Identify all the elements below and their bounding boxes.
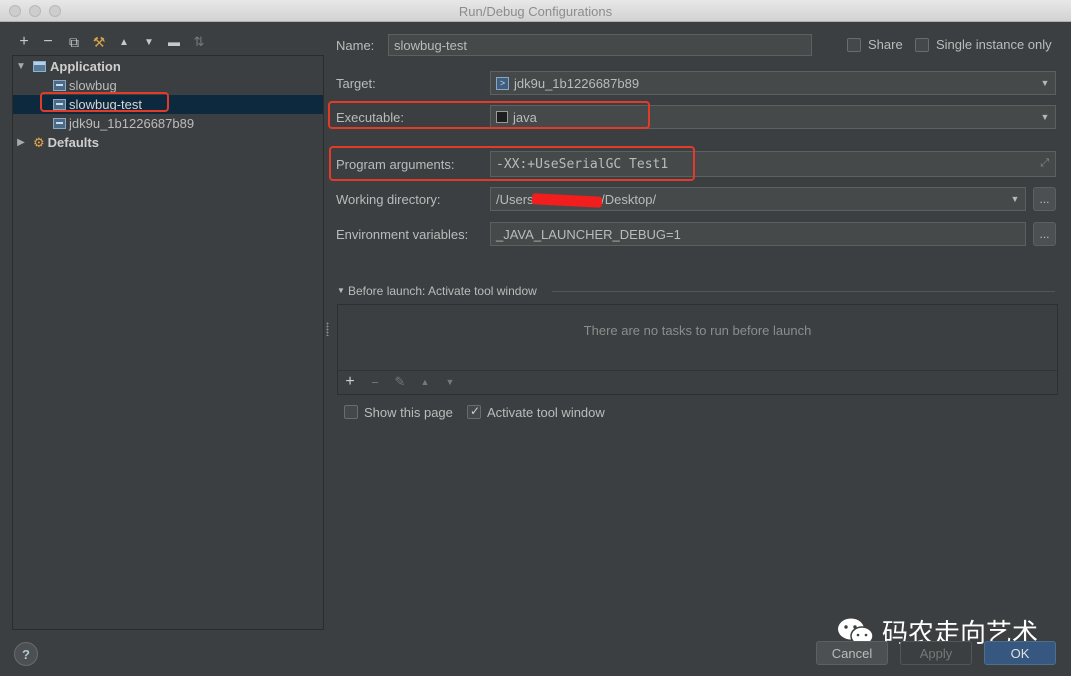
target-label: Target: — [336, 76, 376, 91]
target-value: jdk9u_1b1226687b89 — [514, 75, 640, 91]
target-combo[interactable]: > jdk9u_1b1226687b89 ▼ — [490, 71, 1056, 95]
edit-task-icon[interactable]: ✎ — [392, 374, 408, 390]
show-this-page-label: Show this page — [364, 405, 453, 420]
single-instance-checkbox[interactable] — [915, 38, 929, 52]
tree-item-jdk9u[interactable]: jdk9u_1b1226687b89 — [13, 114, 323, 133]
jdk-icon: > — [496, 76, 509, 90]
run-config-icon — [53, 80, 66, 91]
show-this-page-checkbox[interactable] — [344, 405, 358, 419]
working-directory-label: Working directory: — [336, 192, 441, 207]
share-checkbox[interactable] — [847, 38, 861, 52]
move-down-icon[interactable]: ▼ — [139, 32, 159, 52]
sort-icon[interactable]: ⇅ — [189, 32, 209, 52]
tree-node-defaults[interactable]: ▶ ⚙ Defaults — [15, 133, 325, 152]
single-instance-label: Single instance only — [936, 37, 1052, 52]
add-icon[interactable]: + — [14, 32, 34, 52]
copy-icon[interactable]: ⧉ — [64, 32, 84, 52]
remove-icon[interactable]: − — [38, 32, 58, 52]
tree-node-application[interactable]: ▼ Application — [15, 57, 325, 76]
panel-splitter[interactable] — [326, 322, 329, 336]
edit-environment-button[interactable]: ... — [1033, 222, 1056, 246]
browse-working-directory-button[interactable]: ... — [1033, 187, 1056, 211]
activate-tool-window-checkbox[interactable] — [467, 404, 481, 419]
highlight-box-selected-item — [40, 92, 169, 112]
empty-tasks-text: There are no tasks to run before launch — [583, 323, 812, 338]
move-up-icon[interactable]: ▲ — [114, 32, 134, 52]
tree-item-label: jdk9u_1b1226687b89 — [69, 116, 195, 131]
window-titlebar: Run/Debug Configurations — [0, 0, 1071, 22]
highlight-box-program-arguments — [329, 146, 695, 181]
share-label: Share — [868, 37, 903, 52]
apply-button[interactable]: Apply — [900, 641, 972, 665]
activate-tool-window-label: Activate tool window — [487, 405, 605, 420]
name-label: Name: — [336, 38, 375, 53]
environment-variables-label: Environment variables: — [336, 227, 469, 242]
application-icon — [33, 61, 46, 72]
tree-node-label: Application — [50, 59, 121, 74]
ok-button[interactable]: OK — [984, 641, 1056, 665]
move-task-up-icon[interactable]: ▲ — [417, 374, 433, 390]
tree-node-label: Defaults — [47, 135, 99, 150]
folder-icon[interactable]: ▬ — [164, 32, 184, 52]
defaults-gear-icon: ⚙ — [33, 134, 45, 150]
name-input[interactable]: slowbug-test — [388, 34, 812, 56]
add-task-icon[interactable]: + — [342, 373, 358, 390]
cancel-button[interactable]: Cancel — [816, 641, 888, 665]
highlight-box-executable — [328, 101, 650, 129]
chevron-down-icon[interactable]: ▼ — [1005, 188, 1025, 210]
configurations-toolbar: + − ⧉ ⚒ ▲ ▼ ▬ ⇅ — [12, 30, 324, 54]
chevron-down-icon[interactable]: ▼ — [1035, 72, 1055, 94]
remove-task-icon[interactable]: − — [367, 374, 383, 390]
expand-icon[interactable]: ⤢ — [1040, 156, 1049, 170]
tree-item-label: slowbug — [69, 78, 117, 93]
collapse-arrow-icon[interactable]: ▶ — [15, 137, 27, 148]
configurations-tree: ▼ Application slowbug slowbug-test jdk9u… — [12, 55, 324, 630]
run-config-icon — [53, 118, 66, 129]
environment-variables-input[interactable]: _JAVA_LAUNCHER_DEBUG=1 — [490, 222, 1026, 246]
expand-arrow-icon[interactable]: ▼ — [15, 61, 27, 72]
before-launch-collapse-icon[interactable]: ▼ — [337, 286, 345, 295]
move-task-down-icon[interactable]: ▼ — [442, 374, 458, 390]
before-launch-tasks-list: There are no tasks to run before launch … — [337, 304, 1058, 395]
working-directory-suffix: /Desktop/ — [601, 191, 657, 207]
help-button[interactable]: ? — [14, 642, 38, 666]
window-title: Run/Debug Configurations — [458, 4, 613, 19]
before-launch-header[interactable]: Before launch: Activate tool window — [348, 284, 537, 298]
section-divider — [552, 291, 1055, 292]
tasks-toolbar: + − ✎ ▲ ▼ — [338, 370, 1057, 394]
edit-defaults-icon[interactable]: ⚒ — [89, 32, 109, 52]
chevron-down-icon[interactable]: ▼ — [1035, 106, 1055, 128]
